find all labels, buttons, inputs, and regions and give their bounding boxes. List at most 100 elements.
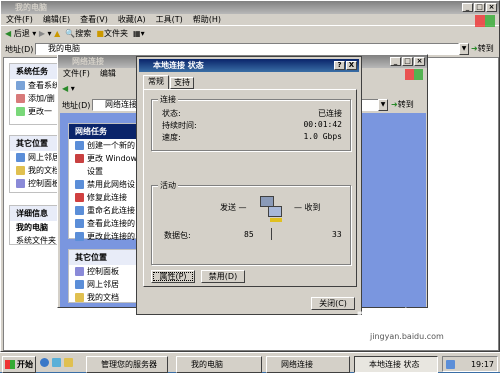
other-place-item[interactable]: 网上邻居 bbox=[69, 278, 137, 291]
packets-label: 数据包: bbox=[164, 231, 191, 240]
back-icon[interactable]: ◀ bbox=[62, 84, 68, 93]
close-dialog-button[interactable]: 关闭(C) bbox=[311, 297, 355, 310]
change-settings-icon bbox=[75, 232, 84, 241]
status-row: 状态: 已连接 bbox=[162, 109, 342, 118]
taskbar-button-server[interactable]: 管理您的服务器 bbox=[86, 356, 168, 373]
task-item[interactable]: 设置 bbox=[69, 165, 137, 178]
my-computer-toolbar: ◀ 后退 ▾ ▶ ▾ ▲ 🔍搜索 ■文件夹 ▦▾ bbox=[5, 29, 145, 38]
folders-icon[interactable]: ■ bbox=[96, 29, 104, 38]
go-icon: ➜ bbox=[471, 44, 478, 53]
minimize-button[interactable]: _ bbox=[390, 57, 401, 66]
quick-launch bbox=[40, 358, 80, 370]
received-label: — 收到 bbox=[294, 203, 321, 212]
connection-group-label: 连接 bbox=[158, 94, 178, 105]
view-status-icon bbox=[75, 219, 84, 228]
menu-help[interactable]: 帮助(H) bbox=[188, 14, 226, 26]
search-icon[interactable]: 🔍 bbox=[65, 29, 75, 38]
go-icon: ➜ bbox=[391, 100, 398, 109]
task-item[interactable]: 更改此连接的 bbox=[69, 230, 137, 243]
activity-divider bbox=[271, 228, 272, 240]
views-icon[interactable]: ▦▾ bbox=[133, 29, 145, 38]
maximize-button[interactable]: □ bbox=[474, 3, 485, 12]
menu-favorites[interactable]: 收藏(A) bbox=[113, 14, 151, 26]
go-button[interactable]: ➜转到 bbox=[391, 99, 425, 111]
sent-label: 发送 — bbox=[220, 203, 247, 212]
address-dropdown[interactable]: ▼ bbox=[378, 99, 388, 111]
start-button[interactable]: 开始 bbox=[2, 356, 36, 373]
firewall-icon bbox=[75, 154, 84, 163]
folders-label[interactable]: 文件夹 bbox=[104, 29, 128, 38]
activity-group-label: 活动 bbox=[158, 180, 178, 191]
taskbar-button-mycomputer[interactable]: 我的电脑 bbox=[176, 356, 262, 373]
network-computers-icon bbox=[258, 194, 286, 226]
baidu-watermark: Bai 经验 jingyan.baidu.com bbox=[356, 300, 496, 348]
taskbar: 开始 管理您的服务器 我的电脑 网络连接 本地连接 状态 19:17 bbox=[0, 352, 500, 373]
address-label: 地址(D) bbox=[62, 101, 91, 110]
documents-icon bbox=[75, 293, 84, 302]
menu-view[interactable]: 查看(V) bbox=[75, 14, 113, 26]
close-button[interactable]: × bbox=[414, 57, 425, 66]
search-label[interactable]: 搜索 bbox=[75, 29, 91, 38]
status-titlebar: 本地连接 状态 ? X bbox=[139, 59, 359, 72]
tab-support[interactable]: 支持 bbox=[170, 77, 194, 89]
help-button[interactable]: ? bbox=[334, 61, 345, 70]
my-computer-title: 我的电脑 bbox=[15, 3, 47, 12]
taskbar-button-status[interactable]: 本地连接 状态 bbox=[354, 356, 438, 373]
close-button[interactable]: × bbox=[486, 3, 497, 12]
properties-button[interactable]: 属性(P) bbox=[151, 270, 195, 283]
task-item[interactable]: 更改 Windows bbox=[69, 152, 137, 165]
repair-icon bbox=[75, 193, 84, 202]
show-desktop-icon[interactable] bbox=[52, 358, 61, 367]
go-label: 转到 bbox=[477, 44, 494, 53]
task-item[interactable]: 修复此连接 bbox=[69, 191, 137, 204]
netconn-other-title: 其它位置 bbox=[69, 250, 137, 265]
menu-tools[interactable]: 工具(T) bbox=[151, 14, 188, 26]
go-button[interactable]: ➜转到 bbox=[471, 43, 499, 55]
menu-file[interactable]: 文件(F) bbox=[1, 14, 38, 26]
task-item[interactable]: 查看此连接的 bbox=[69, 217, 137, 230]
menu-file[interactable]: 文件(F) bbox=[58, 68, 95, 80]
other-place-item[interactable]: 我的文档 bbox=[69, 291, 137, 304]
back-icon[interactable]: ◀ bbox=[5, 29, 11, 38]
forward-icon[interactable]: ▶ bbox=[39, 29, 45, 38]
network-tasks-panel: 网络任务 创建一个新的 更改 Windows 设置 禁用此网络设 修复此连接 重… bbox=[68, 123, 138, 241]
close-button[interactable]: X bbox=[346, 61, 357, 70]
other-place-item[interactable]: 控制面板 bbox=[69, 265, 137, 278]
minimize-button[interactable]: _ bbox=[462, 3, 473, 12]
menu-edit[interactable]: 编辑(E) bbox=[38, 14, 75, 26]
network-tasks-title: 网络任务 bbox=[69, 124, 137, 139]
control-panel-icon bbox=[75, 267, 84, 276]
task-item[interactable]: 禁用此网络设 bbox=[69, 178, 137, 191]
windows-flag-icon bbox=[5, 360, 15, 369]
change-setting-icon bbox=[16, 107, 25, 116]
network-icon bbox=[75, 280, 84, 289]
ie-icon[interactable] bbox=[40, 358, 49, 367]
received-packets: 33 bbox=[332, 230, 342, 239]
menu-edit[interactable]: 编辑 bbox=[95, 68, 121, 80]
duration-row: 持续时间: 00:01:42 bbox=[162, 120, 342, 130]
my-computer-menubar: 文件(F) 编辑(E) 查看(V) 收藏(A) 工具(T) 帮助(H) bbox=[1, 14, 499, 26]
start-label: 开始 bbox=[17, 360, 33, 369]
system-info-icon bbox=[16, 81, 25, 90]
windows-logo bbox=[475, 15, 495, 27]
network-tray-icon[interactable] bbox=[446, 360, 455, 369]
control-panel-icon bbox=[16, 179, 25, 188]
task-item[interactable]: 创建一个新的 bbox=[69, 139, 137, 152]
clock: 19:17 bbox=[470, 360, 494, 369]
disable-button[interactable]: 禁用(D) bbox=[201, 270, 245, 283]
netconn-menubar: 文件(F) 编辑 bbox=[58, 68, 121, 80]
task-item[interactable]: 重命名此连接 bbox=[69, 204, 137, 217]
address-dropdown[interactable]: ▼ bbox=[459, 43, 469, 55]
documents-icon bbox=[16, 166, 25, 175]
netconn-title: 网络连接 bbox=[72, 57, 104, 66]
up-folder-icon[interactable]: ▲ bbox=[54, 29, 60, 38]
address-value: 网络连接 bbox=[105, 100, 137, 109]
taskbar-button-netconn[interactable]: 网络连接 bbox=[266, 356, 350, 373]
back-label[interactable]: 后退 bbox=[14, 29, 30, 38]
watermark-url: jingyan.baidu.com bbox=[370, 332, 444, 341]
maximize-button[interactable]: □ bbox=[402, 57, 413, 66]
explorer-icon[interactable] bbox=[64, 358, 73, 367]
windows-logo bbox=[405, 69, 423, 80]
tab-general[interactable]: 常规 bbox=[143, 75, 169, 89]
system-tray: 19:17 bbox=[442, 356, 498, 372]
